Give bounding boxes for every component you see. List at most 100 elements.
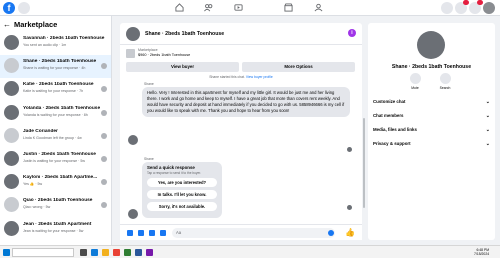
conversation-name: Qiao · 2beds 1bath Toenhouse [23, 198, 93, 204]
profile-actions: Mute Search [406, 73, 454, 90]
conversation-name: Savannah · 2beds 1bath Toenhouse [23, 36, 105, 41]
account-avatar[interactable] [483, 2, 495, 14]
facebook-logo-icon[interactable]: f [3, 2, 15, 14]
thumbs-up-icon[interactable]: 👍 [345, 228, 355, 237]
conversation-item[interactable]: Justin · 2beds 1bath Toenhouse Justin is … [0, 148, 111, 171]
conversation-name: Katie · 2beds 1bath Toenhouse [23, 82, 94, 88]
message-sender: Shane [144, 82, 154, 86]
search-icon[interactable] [18, 2, 30, 14]
conversation-preview: Yes 👍 · 5w [23, 182, 43, 187]
friends-icon[interactable] [204, 3, 213, 12]
conversation-item[interactable]: Savannah · 2beds 1bath Toenhouse You sent… [0, 32, 111, 55]
taskbar-search[interactable] [12, 248, 74, 257]
media-files-item[interactable]: Media, files and links ⌄ [373, 127, 490, 133]
privacy-support-item[interactable]: Privacy & support ⌄ [373, 141, 490, 147]
chat-start-text: Shane started this chat. [209, 75, 245, 79]
chat-title[interactable]: Shane · 2beds 1bath Toenhouse [145, 31, 224, 37]
listing-actions: View buyer More Options [126, 62, 355, 72]
mute-label: Mute [411, 86, 419, 90]
task-view-icon[interactable] [80, 249, 87, 256]
conversation-item[interactable]: Jade Coriander Linda K Goodman left the g… [0, 125, 111, 148]
quick-response-title: Send a quick response [147, 165, 195, 170]
read-receipt-avatar-2 [347, 205, 352, 210]
photo-icon[interactable] [138, 230, 144, 236]
profile-name[interactable]: Shane · 2beds 1bath Toenhouse [368, 64, 495, 70]
conversation-name: Jean · 2beds 1bath Apartment [23, 221, 92, 227]
read-receipt-avatar [101, 109, 107, 116]
quick-response-yes[interactable]: Yes, are you interested? [147, 178, 217, 187]
chrome-icon[interactable] [113, 249, 120, 256]
read-receipt-avatar [101, 86, 107, 93]
sender-avatar-2[interactable] [128, 209, 138, 219]
conversation-item[interactable]: Jean · 2beds 1bath Apartment Jean is wait… [0, 218, 111, 241]
home-icon[interactable] [175, 3, 184, 12]
sticker-icon[interactable] [149, 230, 155, 236]
listing-label: Marketplace [138, 48, 158, 52]
read-receipt-avatar [101, 132, 107, 139]
read-receipt-avatar [101, 63, 107, 70]
profile-avatar[interactable] [417, 31, 445, 59]
quick-response-in-talks[interactable]: In talks. I'll let you know. [147, 190, 217, 199]
conversation-name: Kayloni · 2beds 1bath Apartme... [23, 175, 98, 181]
edge-icon[interactable] [91, 249, 98, 256]
read-receipt-avatar [101, 202, 107, 209]
listing-price: $960 · 2beds 1bath Toenhouse [138, 53, 191, 57]
conversation-preview: Shane is waiting for your response · 4h [23, 66, 86, 71]
chevron-down-icon: ⌄ [485, 99, 490, 105]
quick-response-sender: Shane [144, 157, 154, 161]
more-options-button[interactable]: More Options [242, 62, 355, 72]
quick-response-not-available[interactable]: Sorry, it's not available. [147, 202, 217, 211]
excel-icon[interactable] [124, 249, 131, 256]
conversation-list: Savannah · 2beds 1bath Toenhouse You sent… [0, 32, 111, 241]
sidebar-header: ← Marketplace [3, 20, 57, 29]
groups-icon[interactable] [314, 3, 323, 12]
menu-icon[interactable] [441, 2, 453, 14]
search-icon [439, 73, 451, 84]
message-bubble[interactable]: Hello. Very ! Interested in this apartme… [142, 87, 350, 117]
emoji-icon[interactable] [328, 230, 334, 236]
conversation-avatar [4, 35, 19, 50]
windows-start-icon[interactable] [3, 249, 10, 256]
conversation-item[interactable]: Qiao · 2beds 1bath Toenhouse Qiao: wrong … [0, 194, 111, 217]
conversation-preview: Justin is waiting for your response · 5w [23, 158, 85, 163]
chat-members-label: Chat members [373, 113, 404, 118]
conversation-name: Justin · 2beds 1bath Toenhouse [23, 151, 96, 157]
app-icon[interactable] [146, 249, 153, 256]
back-arrow-icon[interactable]: ← [3, 20, 11, 29]
conversation-item[interactable]: Kayloni · 2beds 1bath Apartme... Yes 👍 · … [0, 171, 111, 194]
info-icon[interactable]: i [348, 29, 356, 37]
conversation-preview: Jean is waiting for your response · 5w [23, 228, 84, 233]
search-conversation-button[interactable]: Search [436, 73, 454, 90]
gif-icon[interactable] [160, 230, 166, 236]
chevron-down-icon: ⌄ [485, 127, 490, 133]
conversation-preview: Linda K Goodman left the group · 4w [23, 135, 82, 140]
video-icon[interactable] [234, 3, 243, 12]
message-input[interactable]: Aa [172, 228, 335, 238]
conversation-item[interactable]: Katie · 2beds 1bath Toenhouse Katie is wa… [0, 78, 111, 101]
chat-scrollbar[interactable] [363, 118, 365, 208]
media-files-label: Media, files and links [373, 127, 417, 132]
marketplace-icon[interactable] [284, 3, 293, 12]
read-receipt-avatar [101, 179, 107, 186]
view-buyer-profile-link[interactable]: View buyer profile [246, 75, 273, 79]
sender-avatar[interactable] [128, 135, 138, 145]
read-receipt-avatar [347, 147, 352, 152]
conversation-item[interactable]: Shane · 2beds 1bath Toenhouse Shane is wa… [0, 55, 111, 79]
chat-header: Shane · 2beds 1bath Toenhouse i [120, 23, 362, 45]
mute-button[interactable]: Mute [406, 73, 424, 90]
listing-thumbnail [126, 49, 135, 58]
file-explorer-icon[interactable] [102, 249, 109, 256]
os-taskbar: 6:48 PM 7/15/2024 [0, 245, 500, 258]
customize-chat-label: Customize chat [373, 99, 406, 104]
view-buyer-button[interactable]: View buyer [126, 62, 239, 72]
conversation-details-panel: Shane · 2beds 1bath Toenhouse Mute Searc… [368, 23, 495, 240]
chat-members-item[interactable]: Chat members ⌄ [373, 113, 490, 119]
message-composer: Aa 👍 [120, 224, 362, 240]
conversation-preview: Qiao: wrong · 5w [23, 205, 51, 210]
conversation-item[interactable]: Yolanda · 2beds 1bath Toenhouse Yolanda i… [0, 102, 111, 125]
chat-avatar[interactable] [126, 27, 140, 41]
system-clock[interactable]: 6:48 PM 7/15/2024 [474, 248, 489, 257]
customize-chat-item[interactable]: Customize chat ⌄ [373, 99, 490, 105]
mic-icon[interactable] [127, 230, 133, 236]
word-icon[interactable] [135, 249, 142, 256]
